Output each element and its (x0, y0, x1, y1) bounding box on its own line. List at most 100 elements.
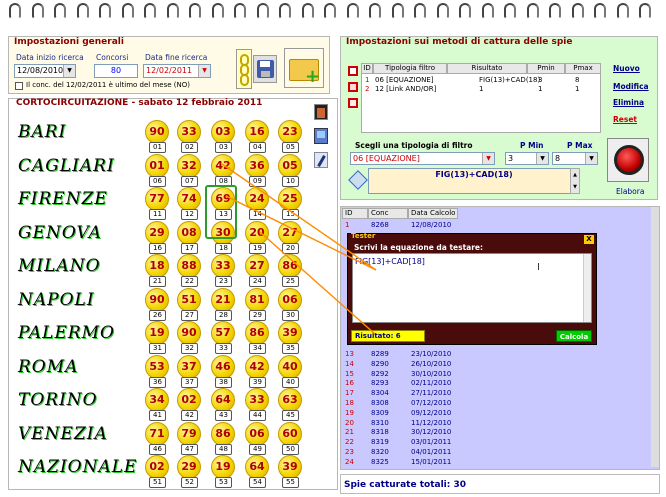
reset-link[interactable]: Reset (613, 115, 637, 124)
results-cell[interactable]: 16 (345, 379, 354, 387)
number-ball[interactable]: 90 (145, 287, 169, 312)
methods-col-header[interactable]: Pmin (527, 63, 565, 74)
link-chain-icon[interactable] (236, 49, 252, 89)
results-cell[interactable]: 27/11/2010 (411, 389, 451, 397)
results-cell[interactable]: 8290 (371, 360, 389, 368)
results-cell[interactable]: 15/01/2011 (411, 458, 451, 466)
results-cell[interactable]: 04/01/2011 (411, 448, 451, 456)
results-cell[interactable]: 1 (345, 221, 349, 229)
results-cell[interactable]: 11/12/2010 (411, 419, 451, 427)
results-cell[interactable]: 07/12/2010 (411, 399, 451, 407)
results-cell[interactable]: 30/12/2010 (411, 428, 451, 436)
chevron-down-icon[interactable]: ▼ (198, 65, 210, 77)
number-ball[interactable]: 20 (245, 220, 269, 245)
results-cell[interactable]: 21 (345, 428, 354, 436)
number-ball[interactable]: 08 (177, 220, 201, 245)
number-ball[interactable]: 27 (245, 254, 269, 278)
number-ball[interactable]: 71 (145, 421, 169, 446)
results-cell[interactable]: 09/12/2010 (411, 409, 451, 417)
number-ball[interactable]: 32 (177, 153, 201, 178)
results-cell[interactable]: 12/08/2010 (411, 221, 451, 229)
results-cell[interactable]: 8268 (371, 221, 389, 229)
results-cell[interactable]: 8320 (371, 448, 389, 456)
last-of-month-checkbox[interactable] (15, 82, 23, 90)
number-ball[interactable]: 88 (177, 254, 201, 278)
number-ball[interactable]: 27 (278, 220, 302, 245)
number-ball[interactable]: 01 (145, 153, 169, 178)
number-ball[interactable]: 02 (177, 388, 201, 412)
results-cell[interactable]: 8304 (371, 389, 389, 397)
results-cell[interactable]: 30/10/2010 (411, 370, 451, 378)
number-ball[interactable]: 79 (177, 421, 201, 446)
results-cell[interactable]: 8319 (371, 438, 389, 446)
chevron-down-icon[interactable]: ▼ (585, 153, 597, 164)
methods-col-header[interactable]: Pmax (565, 63, 601, 74)
number-ball[interactable]: 03 (211, 120, 235, 144)
square-icon[interactable] (348, 66, 358, 76)
results-cell[interactable]: 24 (345, 458, 354, 466)
results-cell[interactable]: 03/01/2011 (411, 438, 451, 446)
methods-col-header[interactable]: ID (361, 63, 373, 74)
results-cell[interactable]: 8308 (371, 399, 389, 407)
edit-icon[interactable] (314, 152, 328, 168)
number-ball[interactable]: 33 (245, 388, 269, 412)
number-ball[interactable]: 34 (145, 388, 169, 412)
start-date-input[interactable]: 12/08/2010 ▼ (14, 64, 76, 78)
number-ball[interactable]: 05 (278, 153, 302, 178)
results-cell[interactable]: 23 (345, 448, 354, 456)
number-ball[interactable]: 77 (145, 187, 169, 211)
close-icon[interactable]: X (584, 235, 594, 244)
results-cell[interactable]: 8325 (371, 458, 389, 466)
results-cell[interactable]: 23/10/2010 (411, 350, 451, 358)
results-cell[interactable]: 8318 (371, 428, 389, 436)
methods-col-header[interactable]: Tipologia filtro (373, 63, 447, 74)
computer-icon[interactable] (314, 128, 328, 144)
number-ball[interactable]: 06 (245, 421, 269, 446)
number-ball[interactable]: 37 (177, 354, 201, 379)
methods-cell[interactable]: 06 [EQUAZIONE] (375, 76, 433, 84)
results-cell[interactable]: 22 (345, 438, 354, 446)
equation-textarea[interactable]: FIG[13]+CAD[18] I (352, 253, 592, 323)
results-col-header[interactable]: ID (342, 208, 368, 219)
number-ball[interactable]: 25 (278, 187, 302, 211)
number-ball[interactable]: 19 (145, 321, 169, 345)
number-ball[interactable]: 74 (177, 187, 201, 211)
number-ball[interactable]: 46 (211, 354, 235, 379)
stop-icon[interactable] (348, 82, 358, 92)
number-ball[interactable]: 86 (278, 254, 302, 278)
number-ball[interactable]: 29 (145, 220, 169, 245)
results-cell[interactable]: 18 (345, 399, 354, 407)
delete-icon[interactable] (348, 98, 358, 108)
results-cell[interactable]: 14 (345, 360, 354, 368)
chevron-down-icon[interactable]: ▼ (482, 153, 494, 164)
number-ball[interactable]: 51 (177, 287, 201, 312)
new-link[interactable]: Nuovo (613, 64, 640, 73)
results-scrollbar[interactable] (651, 207, 659, 467)
methods-cell[interactable]: FIG(13)+CAD(18) (479, 76, 540, 84)
methods-cell[interactable]: 12 [Link AND/OR] (375, 85, 436, 93)
filter-select[interactable]: 06 [EQUAZIONE] ▼ (350, 152, 495, 165)
number-ball[interactable]: 53 (145, 354, 169, 379)
number-ball[interactable]: 64 (211, 388, 235, 412)
results-cell[interactable]: 8293 (371, 379, 389, 387)
number-ball[interactable]: 86 (211, 421, 235, 446)
number-ball[interactable]: 06 (278, 287, 302, 312)
number-ball[interactable]: 42 (245, 354, 269, 379)
results-cell[interactable]: 17 (345, 389, 354, 397)
number-ball[interactable]: 29 (177, 455, 201, 479)
number-ball[interactable]: 23 (278, 120, 302, 144)
textarea-scrollbar[interactable] (583, 254, 591, 322)
methods-cell[interactable]: 1 (365, 76, 369, 84)
number-ball[interactable]: 57 (211, 321, 235, 345)
calculate-button[interactable]: Calcola (556, 330, 592, 342)
results-cell[interactable]: 19 (345, 409, 354, 417)
chevron-down-icon[interactable]: ▼ (63, 65, 75, 77)
end-date-input[interactable]: 12/02/2011 ▼ (143, 64, 211, 78)
results-cell[interactable]: 26/10/2010 (411, 360, 451, 368)
results-cell[interactable]: 8309 (371, 409, 389, 417)
add-folder-icon[interactable]: + (284, 48, 324, 88)
number-ball[interactable]: 42 (211, 153, 235, 178)
number-ball[interactable]: 02 (145, 455, 169, 479)
draws-input[interactable]: 80 (94, 64, 138, 78)
chevron-down-icon[interactable]: ▼ (536, 153, 548, 164)
